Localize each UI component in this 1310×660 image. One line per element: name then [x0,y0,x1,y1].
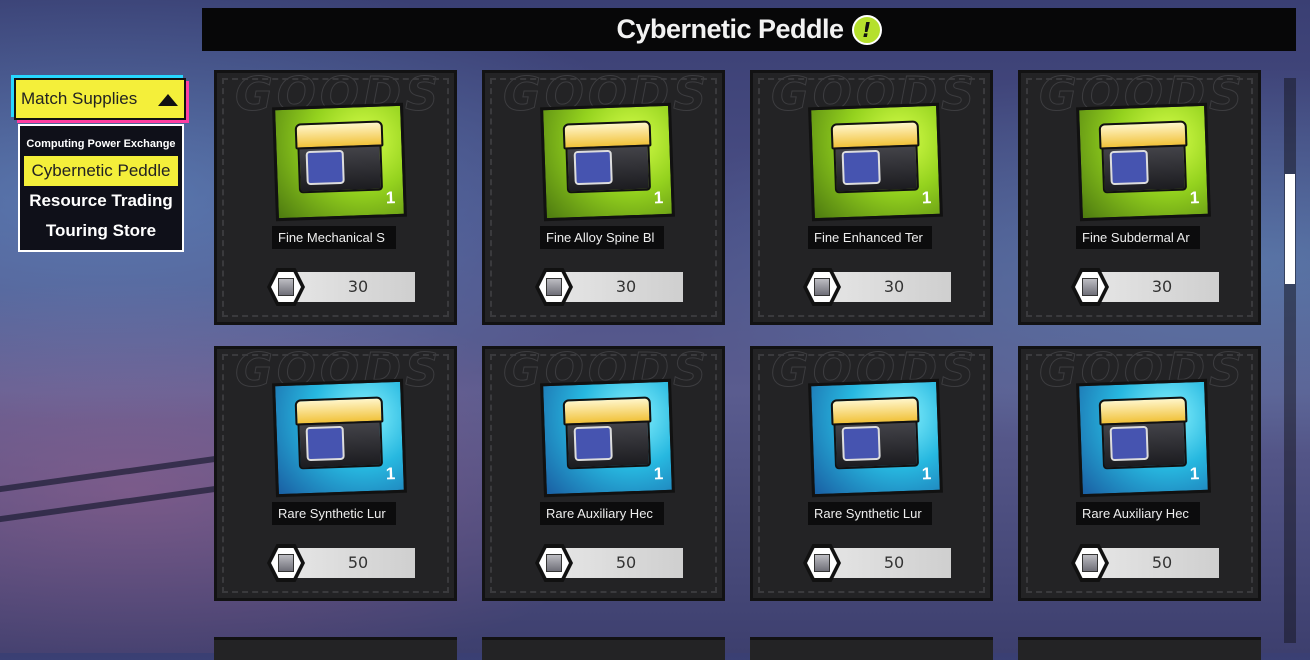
item-icon-frame: 1 [1076,102,1211,222]
scrollbar-track[interactable] [1284,78,1296,643]
chest-lid [1098,396,1188,426]
goods-card[interactable]: GOODS 1 Fine Enhanced Ter 30 [750,67,993,325]
chest-lid [830,120,920,150]
item-icon-frame: 1 [808,378,943,498]
next-row-card [214,637,457,660]
item-quantity: 1 [921,188,932,208]
goods-card[interactable]: GOODS 1 Rare Synthetic Lur 50 [214,343,457,601]
scrollbar-thumb[interactable] [1285,174,1295,284]
menu-item-touring-store[interactable]: Touring Store [24,216,178,246]
item-icon-frame: 1 [540,378,675,498]
item-name: Fine Subdermal Ar [1076,226,1200,249]
exclamation-badge-icon[interactable]: ! [851,14,882,45]
menu-item-resource-trading[interactable]: Resource Trading [24,186,178,216]
item-name: Fine Alloy Spine Bl [540,226,664,249]
background-rail [0,453,230,493]
item-name: Fine Enhanced Ter [808,226,932,249]
chest-emblem [573,149,613,186]
shop-header: Cybernetic Peddle ! [202,8,1296,51]
shop-category-menu: Match Supplies Computing Power Exchange … [14,78,186,252]
chest-emblem [1109,425,1149,462]
item-name: Rare Synthetic Lur [808,502,932,525]
background-rail [0,483,230,523]
item-name: Rare Auxiliary Hec [540,502,664,525]
item-icon-frame: 1 [540,102,675,222]
menu-list: Computing Power Exchange Cybernetic Pedd… [18,124,184,252]
goods-card[interactable]: GOODS 1 Fine Alloy Spine Bl 30 [482,67,725,325]
goods-card[interactable]: GOODS 1 Rare Auxiliary Hec 50 [1018,343,1261,601]
item-quantity: 1 [385,464,396,484]
chest-lid [1098,120,1188,150]
item-quantity: 1 [385,188,396,208]
item-quantity: 1 [653,188,664,208]
item-icon-frame: 1 [1076,378,1211,498]
chest-emblem [841,425,881,462]
chevron-up-icon [158,94,178,106]
item-name: Fine Mechanical S [272,226,396,249]
chest-lid [562,396,652,426]
item-name: Rare Auxiliary Hec [1076,502,1200,525]
chest-emblem [1109,149,1149,186]
goods-card[interactable]: GOODS 1 Fine Mechanical S 30 [214,67,457,325]
menu-header-label: Match Supplies [21,89,138,108]
item-name: Rare Synthetic Lur [272,502,396,525]
chest-emblem [841,149,881,186]
item-quantity: 1 [1189,464,1200,484]
item-icon-frame: 1 [808,102,943,222]
chest-lid [294,396,384,426]
page-title: Cybernetic Peddle [616,14,844,44]
chest-emblem [573,425,613,462]
next-row-card [482,637,725,660]
next-row-card [1018,637,1261,660]
goods-card[interactable]: GOODS 1 Rare Auxiliary Hec 50 [482,343,725,601]
menu-dropdown-toggle[interactable]: Match Supplies [14,78,186,120]
chest-lid [830,396,920,426]
next-row-card [750,637,993,660]
menu-item-computing-power-exchange[interactable]: Computing Power Exchange [24,132,178,156]
chest-lid [562,120,652,150]
item-quantity: 1 [921,464,932,484]
goods-card[interactable]: GOODS 1 Rare Synthetic Lur 50 [750,343,993,601]
menu-item-cybernetic-peddle[interactable]: Cybernetic Peddle [24,156,178,186]
chest-emblem [305,149,345,186]
item-icon-frame: 1 [272,378,407,498]
item-quantity: 1 [653,464,664,484]
item-quantity: 1 [1189,188,1200,208]
goods-card[interactable]: GOODS 1 Fine Subdermal Ar 30 [1018,67,1261,325]
chest-lid [294,120,384,150]
chest-emblem [305,425,345,462]
item-icon-frame: 1 [272,102,407,222]
